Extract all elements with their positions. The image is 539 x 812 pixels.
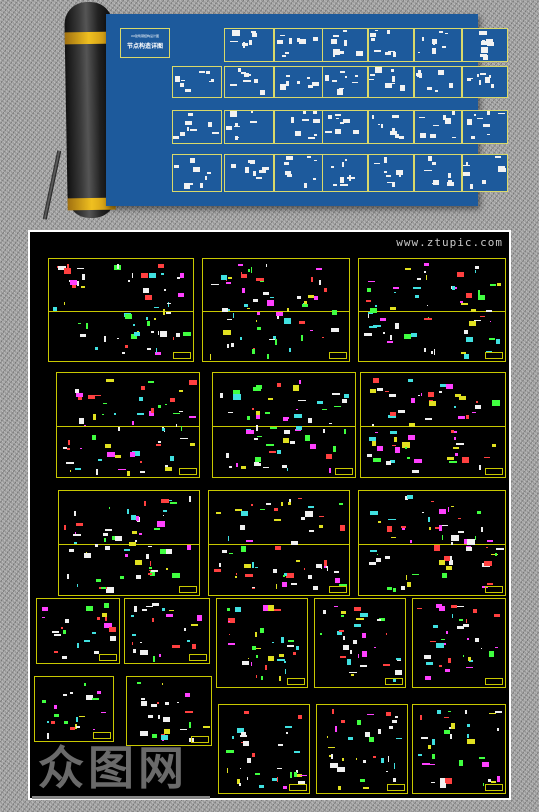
cad-drawing-sheet bbox=[358, 490, 506, 596]
cad-drawing-sheet bbox=[36, 598, 120, 664]
cad-drawing-sheet bbox=[56, 372, 200, 478]
preview-drawing bbox=[172, 66, 222, 98]
cad-drawing-sheet bbox=[314, 598, 406, 688]
title-block: XX建筑钢结构设计图 节点构造详图 bbox=[120, 28, 170, 58]
preview-drawing bbox=[414, 154, 462, 192]
cad-drawing-sheet bbox=[316, 704, 408, 794]
preview-drawing bbox=[224, 66, 274, 98]
preview-drawing bbox=[172, 154, 222, 192]
cad-drawing-sheet bbox=[358, 258, 506, 362]
preview-drawing bbox=[274, 66, 324, 98]
preview-drawing bbox=[368, 110, 414, 144]
preview-drawing bbox=[462, 110, 508, 144]
cad-drawing-sheet bbox=[412, 704, 506, 794]
preview-drawing bbox=[462, 154, 508, 192]
preview-drawing bbox=[274, 110, 324, 144]
drawing-sheet-panel: www.ztupic.com bbox=[28, 230, 511, 800]
preview-drawing bbox=[274, 28, 324, 62]
cad-drawing-sheet bbox=[34, 676, 114, 742]
cad-drawing-sheet bbox=[216, 598, 308, 688]
watermark-underline bbox=[32, 796, 210, 799]
cad-drawing-sheet bbox=[218, 704, 310, 794]
blueprint-preview: XX建筑钢结构设计图 节点构造详图 bbox=[106, 14, 508, 206]
preview-drawing bbox=[462, 66, 508, 98]
preview-title: 节点构造详图 bbox=[126, 43, 163, 50]
preview-drawing bbox=[414, 110, 462, 144]
site-url: www.ztupic.com bbox=[396, 236, 503, 249]
cad-drawing-sheet bbox=[58, 490, 200, 596]
cad-drawing-sheet bbox=[124, 598, 210, 664]
preview-drawing bbox=[414, 66, 462, 98]
cad-drawing-sheet bbox=[126, 676, 212, 746]
preview-drawing bbox=[322, 28, 368, 62]
preview-drawing bbox=[368, 28, 414, 62]
preview-drawing bbox=[322, 110, 368, 144]
preview-drawing bbox=[224, 28, 274, 62]
preview-drawing bbox=[322, 154, 368, 192]
preview-drawing bbox=[414, 28, 462, 62]
cad-drawing-sheet bbox=[208, 490, 350, 596]
cad-drawing-sheet bbox=[212, 372, 356, 478]
preview-drawing bbox=[322, 66, 368, 98]
cad-drawing-sheet bbox=[202, 258, 350, 362]
pen bbox=[42, 150, 62, 220]
preview-drawing bbox=[462, 28, 508, 62]
preview-drawing bbox=[368, 66, 414, 98]
preview-drawing bbox=[224, 110, 274, 144]
preview-drawing bbox=[368, 154, 414, 192]
cad-drawing-sheet bbox=[360, 372, 506, 478]
preview-subtitle: XX建筑钢结构设计图 bbox=[130, 34, 160, 38]
cad-drawing-sheet bbox=[48, 258, 194, 362]
preview-drawing bbox=[172, 110, 222, 144]
preview-drawing bbox=[274, 154, 324, 192]
preview-drawing bbox=[224, 154, 274, 192]
watermark-logo: 众图网 bbox=[38, 741, 188, 795]
cad-drawing-sheet bbox=[412, 598, 506, 688]
